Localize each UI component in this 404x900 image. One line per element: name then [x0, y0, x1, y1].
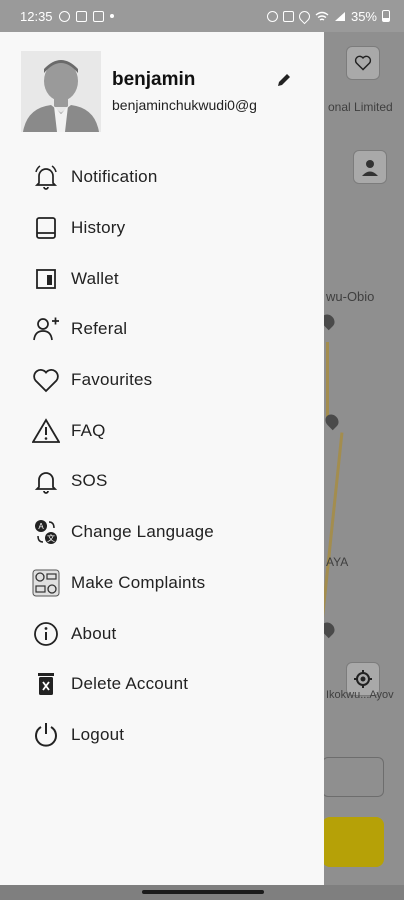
map-road: [326, 342, 329, 422]
menu-item-favourites[interactable]: Favourites: [0, 355, 324, 406]
my-location-icon: [354, 670, 372, 688]
menu-item-delete-account[interactable]: Delete Account: [0, 659, 324, 710]
more-notifications-icon: [109, 14, 114, 18]
edit-profile-button[interactable]: [270, 66, 298, 94]
menu-item-logout[interactable]: Logout: [0, 710, 324, 761]
pencil-icon: [278, 74, 290, 86]
user-email: benjaminchukwudi0@g: [112, 97, 257, 113]
heart-outline-icon: [354, 55, 372, 71]
book-icon: [31, 213, 61, 243]
warning-icon: [31, 416, 61, 446]
gallery-icon: [75, 10, 87, 22]
menu-item-about[interactable]: About: [0, 608, 324, 659]
menu-item-wallet[interactable]: Wallet: [0, 253, 324, 304]
driver-avatar-icon: [362, 160, 378, 176]
svg-text:文: 文: [47, 533, 55, 543]
image-icon: [92, 10, 104, 22]
profile-header: benjamin benjaminchukwudi0@g: [0, 32, 324, 147]
signal-icon: [334, 11, 345, 21]
menu-label: History: [71, 218, 126, 238]
drawer-menu: Notification History Wallet Referal Favo…: [0, 152, 324, 760]
menu-label: Favourites: [71, 370, 153, 390]
menu-label: About: [71, 623, 117, 643]
navigation-drawer: benjamin benjaminchukwudi0@g Notificatio…: [0, 32, 324, 885]
status-time: 12:35: [20, 8, 53, 24]
wallet-icon: [31, 264, 61, 294]
whatsapp-icon: [58, 10, 70, 22]
menu-label: Notification: [71, 167, 158, 187]
avatar[interactable]: [21, 51, 101, 132]
menu-item-notification[interactable]: Notification: [0, 152, 324, 203]
menu-label: SOS: [71, 471, 108, 491]
battery-percent: 35%: [350, 8, 377, 24]
menu-label: Wallet: [71, 268, 119, 288]
map-company-text: onal Limited: [328, 100, 393, 114]
heart-icon: [31, 365, 61, 395]
menu-label: FAQ: [71, 420, 106, 440]
menu-item-make-complaints[interactable]: Make Complaints: [0, 558, 324, 609]
map-area-label-2: AYA: [326, 555, 349, 569]
menu-item-history[interactable]: History: [0, 203, 324, 254]
user-avatar-icon: [21, 51, 101, 132]
power-icon: [31, 720, 61, 750]
home-gesture-pill[interactable]: [142, 890, 264, 894]
battery-icon: [382, 10, 390, 22]
destination-input[interactable]: [322, 757, 384, 797]
map-street-label: Ikokwu...Ayov: [326, 689, 394, 701]
alarm-bell-icon: [31, 466, 61, 496]
trash-icon: [31, 669, 61, 699]
menu-item-faq[interactable]: FAQ: [0, 405, 324, 456]
menu-label: Referal: [71, 319, 128, 339]
request-ride-button[interactable]: [322, 817, 384, 867]
mute-icon: [282, 10, 294, 22]
driver-avatar-button[interactable]: [353, 150, 387, 184]
user-name: benjamin: [112, 69, 196, 90]
system-nav-bar: [0, 885, 404, 900]
alarm-icon: [266, 10, 278, 22]
info-icon: [31, 619, 61, 649]
menu-item-referal[interactable]: Referal: [0, 304, 324, 355]
menu-label: Change Language: [71, 522, 214, 542]
svg-text:A: A: [38, 522, 44, 531]
favourite-map-button[interactable]: [346, 46, 380, 80]
add-person-icon: [31, 314, 61, 344]
map-area-label: wu-Obio: [326, 289, 375, 304]
status-bar: 12:35 35%: [0, 0, 404, 32]
location-icon: [296, 8, 313, 24]
menu-label: Make Complaints: [71, 572, 206, 592]
wifi-icon: [315, 11, 329, 21]
translate-icon: A文: [31, 517, 61, 547]
complaint-icon: [31, 568, 61, 598]
menu-label: Delete Account: [71, 674, 189, 694]
menu-label: Logout: [71, 724, 125, 744]
bell-icon: [31, 162, 61, 192]
menu-item-sos[interactable]: SOS: [0, 456, 324, 507]
menu-item-change-language[interactable]: A文 Change Language: [0, 507, 324, 558]
